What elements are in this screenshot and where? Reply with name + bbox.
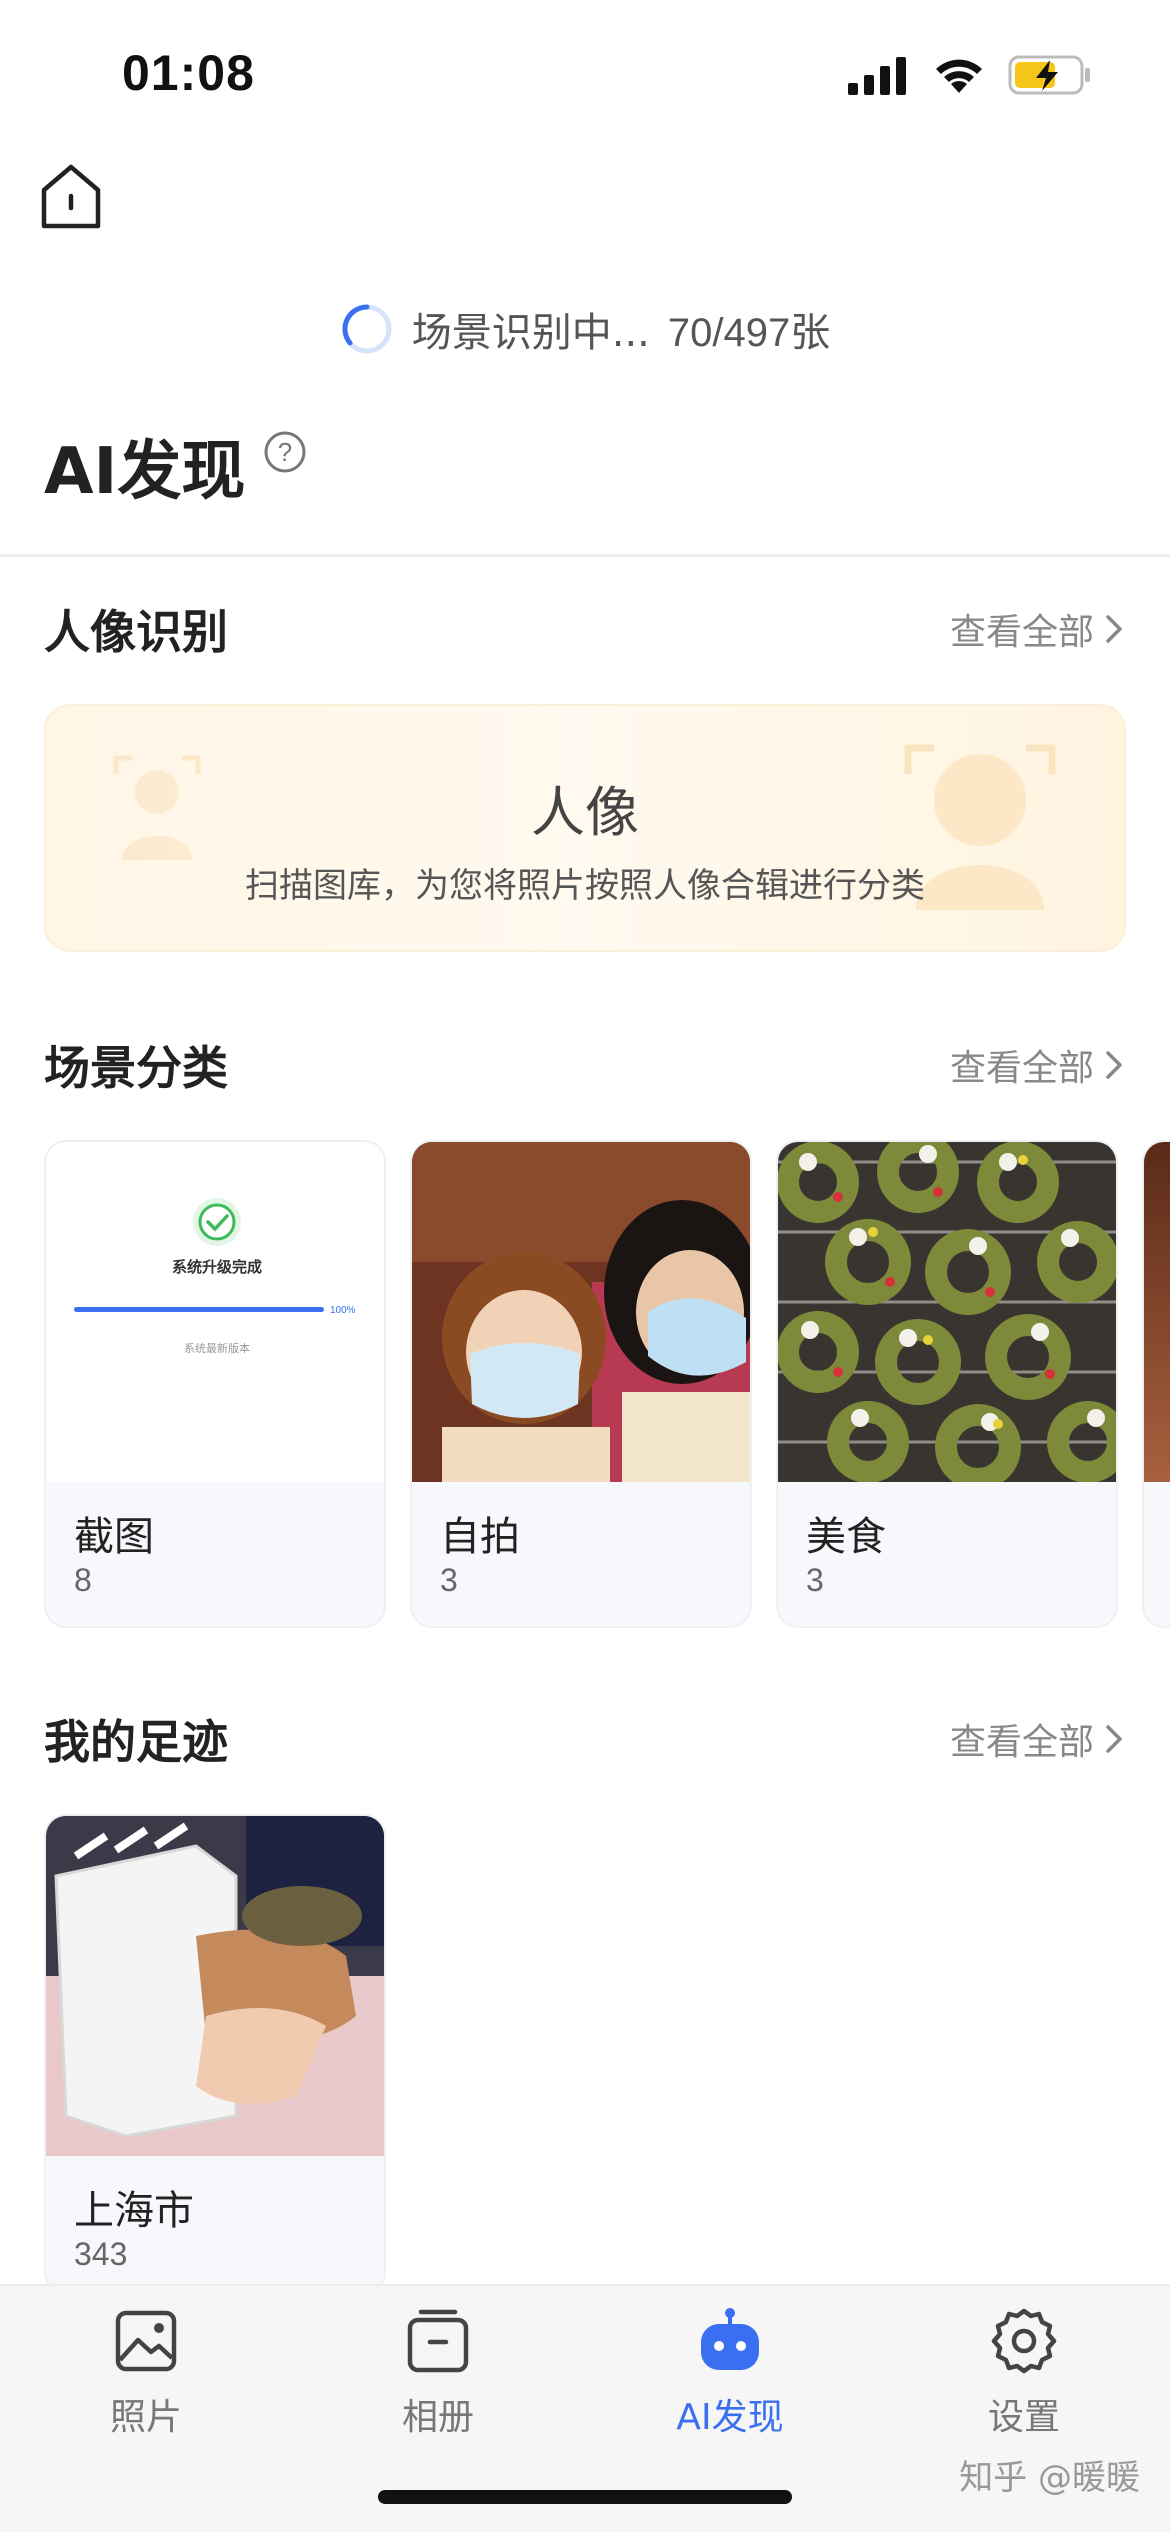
view-all-label: 查看全部: [949, 1048, 1094, 1089]
scene-card-next[interactable]: [1142, 1140, 1170, 1628]
food-photo: [778, 1142, 1116, 1482]
tab-label: 相册: [401, 2397, 474, 2438]
scene-name: 美食: [806, 1514, 886, 1560]
section-title-footprint: 我的足迹: [44, 1715, 228, 1769]
selfie-photo: [412, 1142, 750, 1482]
scene-card-selfie[interactable]: 自拍 3: [410, 1140, 752, 1628]
tab-ai-discover[interactable]: AI发现: [630, 2306, 830, 2440]
scene-count: 3: [440, 1562, 458, 1598]
view-all-portrait-link[interactable]: 查看全部: [950, 603, 1126, 655]
page-title-row: AI发现 ?: [44, 420, 307, 512]
portrait-section-header: 人像识别 查看全部: [44, 596, 1126, 662]
footprint-card-shanghai[interactable]: 上海市 343: [44, 1814, 386, 2294]
view-all-footprint-link[interactable]: 查看全部: [950, 1713, 1126, 1765]
portrait-card[interactable]: 人像 扫描图库，为您将照片按照人像合辑进行分类: [44, 704, 1126, 952]
scene-thumbnail: [412, 1142, 750, 1482]
status-icons: [848, 54, 1092, 96]
status-bar: 01:08: [0, 0, 1170, 150]
robot-icon: [701, 2308, 759, 2370]
gear-icon: [991, 2308, 1057, 2374]
scene-section-header: 场景分类 查看全部: [44, 1032, 1126, 1098]
scene-card-screenshot[interactable]: 系统升级完成 100% 系统最新版本 截图 8: [44, 1140, 386, 1628]
svg-text:系统升级完成: 系统升级完成: [172, 1258, 262, 1276]
help-icon[interactable]: ?: [263, 430, 307, 474]
status-time: 01:08: [122, 45, 255, 101]
scene-thumbnail: [778, 1142, 1116, 1482]
scene-carousel[interactable]: 系统升级完成 100% 系统最新版本 截图 8 自拍 3 美食 3: [44, 1140, 1170, 1630]
scan-count: 70/497张: [667, 311, 831, 355]
scene-count: 8: [74, 1562, 92, 1598]
chevron-right-icon: [1106, 1051, 1122, 1079]
tab-photos[interactable]: 照片: [46, 2306, 246, 2440]
loading-spinner-icon: [342, 304, 392, 354]
chevron-right-icon: [1106, 615, 1122, 643]
chevron-right-icon: [1106, 1725, 1122, 1753]
scene-name: 自拍: [440, 1514, 520, 1560]
tab-label: 设置: [987, 2397, 1060, 2438]
footprint-count: 343: [74, 2236, 128, 2272]
section-title-portrait: 人像识别: [44, 605, 228, 659]
home-indicator[interactable]: [378, 2490, 792, 2504]
scene-thumbnail: [1144, 1142, 1170, 1482]
divider: [0, 554, 1170, 557]
upgrade-complete-image: 系统升级完成 100% 系统最新版本: [74, 1198, 356, 1355]
scene-name: 截图: [74, 1514, 154, 1560]
wifi-icon: [936, 59, 982, 93]
svg-text:?: ?: [278, 437, 292, 467]
scan-status: 场景识别中... 70/497张: [0, 300, 1170, 358]
page-title: AI发现: [44, 435, 246, 509]
svg-text:100%: 100%: [330, 1305, 356, 1316]
home-button[interactable]: [38, 162, 104, 232]
view-all-label: 查看全部: [949, 1722, 1094, 1763]
photo-icon: [115, 2310, 177, 2372]
tab-label: AI发现: [676, 2397, 784, 2438]
battery-charging-icon: [1008, 55, 1090, 95]
view-all-scene-link[interactable]: 查看全部: [950, 1039, 1126, 1091]
album-icon: [407, 2309, 469, 2373]
portrait-card-title: 人像: [531, 781, 639, 844]
section-title-scene: 场景分类: [44, 1041, 228, 1095]
footprint-thumbnail: [46, 1816, 384, 2156]
svg-text:系统最新版本: 系统最新版本: [184, 1341, 250, 1355]
footprint-name: 上海市: [74, 2188, 194, 2234]
home-icon: [41, 164, 101, 229]
view-all-label: 查看全部: [949, 612, 1094, 653]
footprint-section-header: 我的足迹 查看全部: [44, 1706, 1126, 1772]
tab-settings[interactable]: 设置: [924, 2306, 1124, 2440]
cellular-signal-icon: [848, 57, 906, 95]
scene-thumbnail: 系统升级完成 100% 系统最新版本: [46, 1142, 384, 1482]
scan-label: 场景识别中...: [411, 310, 650, 356]
watermark: 知乎 @暖暖: [959, 2458, 1140, 2498]
scene-count: 3: [806, 1562, 824, 1598]
location-photo: [46, 1816, 384, 2156]
scene-card-food[interactable]: 美食 3: [776, 1140, 1118, 1628]
portrait-card-description: 扫描图库，为您将照片按照人像合辑进行分类: [245, 866, 925, 906]
tab-label: 照片: [109, 2397, 182, 2438]
tab-albums[interactable]: 相册: [338, 2306, 538, 2440]
